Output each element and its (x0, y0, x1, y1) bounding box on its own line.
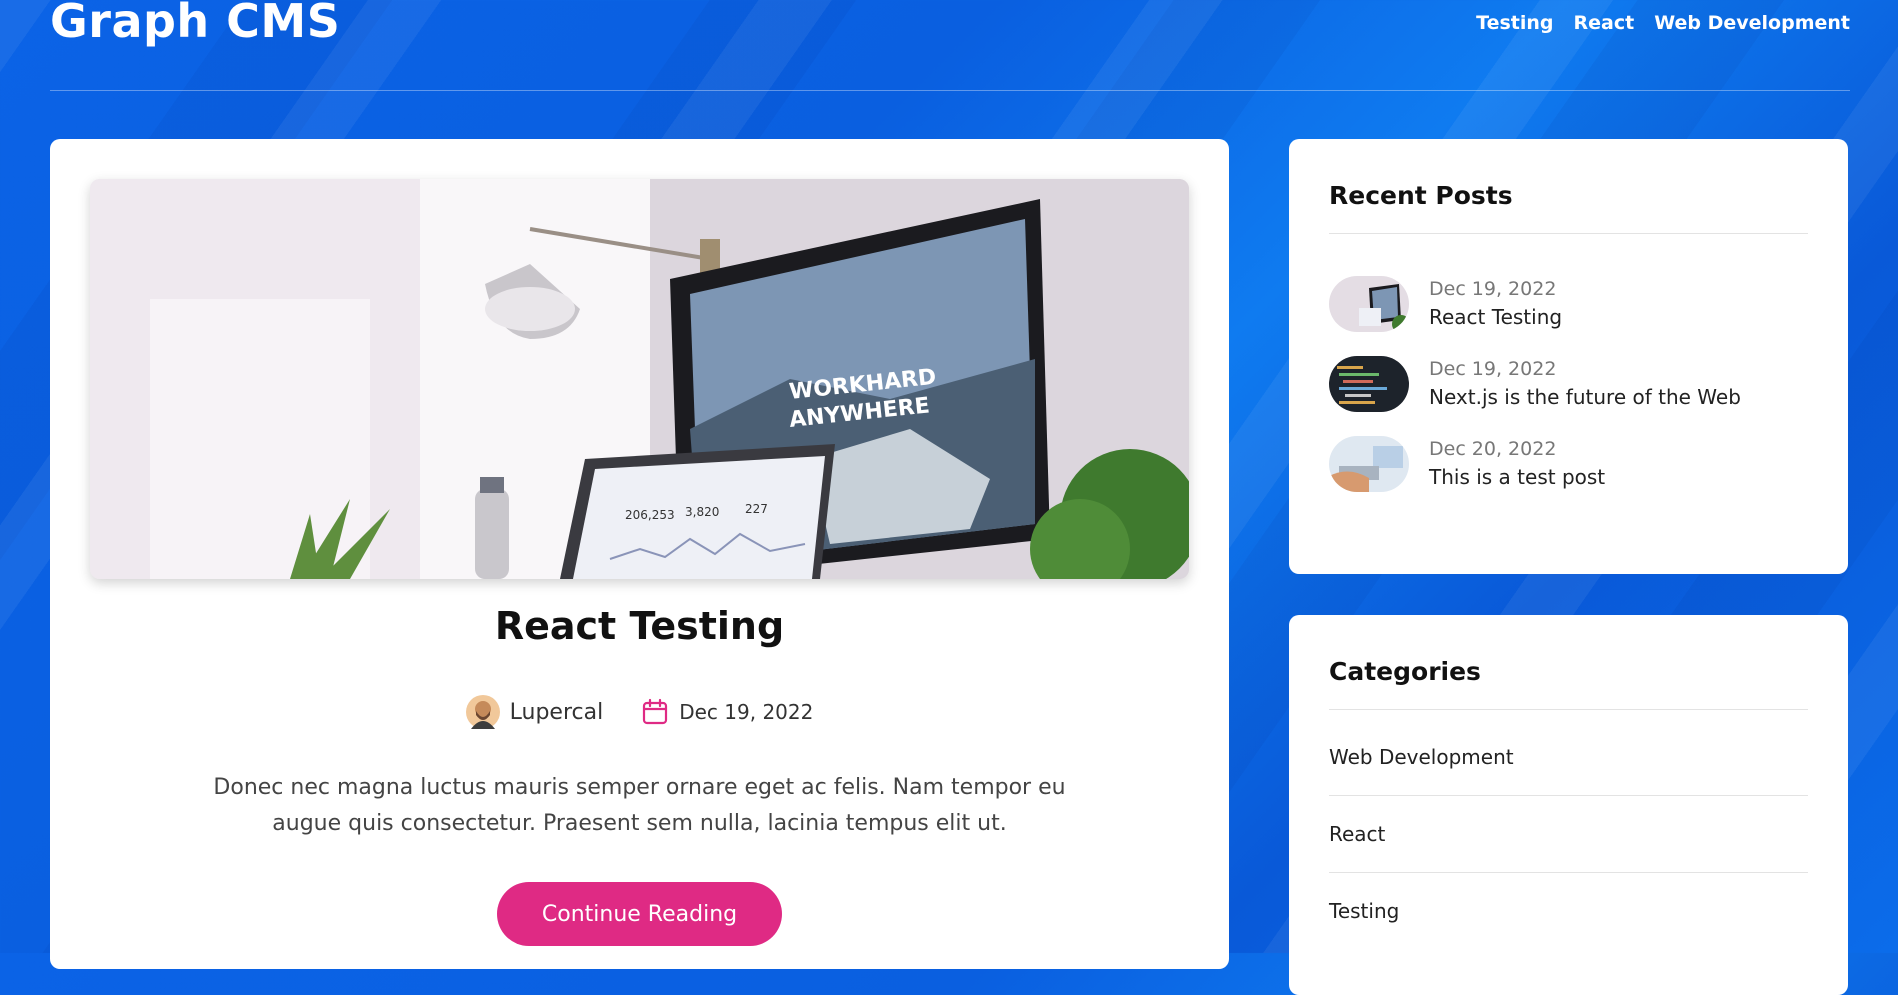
top-nav: Testing React Web Development (1476, 12, 1850, 34)
divider (1329, 233, 1808, 234)
categories-list: Web Development React Testing (1329, 735, 1808, 965)
recent-post-item[interactable]: Dec 20, 2022 This is a test post (1329, 434, 1809, 494)
post-featured-image: WORKHARD ANYWHERE 206,253 3,820 227 (90, 179, 1189, 579)
nav-item-web-development[interactable]: Web Development (1654, 12, 1850, 34)
recent-post-title[interactable]: This is a test post (1429, 462, 1605, 492)
site-header: Graph CMS Testing React Web Development (50, 0, 1850, 91)
continue-reading-button[interactable]: Continue Reading (497, 882, 782, 946)
laptop-stat-2: 3,820 (685, 505, 719, 519)
workspace-illustration: WORKHARD ANYWHERE 206,253 3,820 227 (90, 179, 1189, 579)
recent-posts-widget: Recent Posts Dec 19, 2022 React Testing (1289, 139, 1848, 574)
nav-item-testing[interactable]: Testing (1476, 12, 1553, 34)
post-date-text: Dec 19, 2022 (679, 700, 814, 724)
category-react[interactable]: React (1329, 812, 1808, 873)
recent-post-thumbnail[interactable] (1329, 276, 1409, 332)
nav-item-react[interactable]: React (1574, 12, 1635, 34)
post-title[interactable]: React Testing (50, 604, 1229, 648)
recent-post-thumbnail[interactable] (1329, 356, 1409, 412)
featured-post-card: WORKHARD ANYWHERE 206,253 3,820 227 Reac… (50, 139, 1229, 969)
calendar-icon (643, 698, 668, 725)
author-name: Lupercal (509, 699, 604, 725)
recent-post-item[interactable]: Dec 19, 2022 Next.js is the future of th… (1329, 354, 1809, 414)
post-author: Lupercal (465, 695, 604, 729)
recent-post-date: Dec 20, 2022 (1429, 438, 1557, 460)
category-web-development[interactable]: Web Development (1329, 735, 1808, 796)
post-excerpt: Donec nec magna luctus mauris semper orn… (213, 775, 1066, 836)
recent-post-thumbnail[interactable] (1329, 436, 1409, 492)
post-meta: Lupercal Dec 19, 2022 (50, 695, 1229, 729)
categories-widget: Categories Web Development React Testing (1289, 615, 1848, 995)
recent-posts-list: Dec 19, 2022 React Testing Dec 19, 2022 … (1329, 274, 1809, 514)
laptop-stat-1: 206,253 (625, 508, 675, 522)
recent-post-date: Dec 19, 2022 (1429, 358, 1557, 380)
author-avatar (465, 695, 500, 729)
laptop-stat-3: 227 (745, 502, 768, 516)
recent-posts-title: Recent Posts (1329, 181, 1513, 210)
categories-title: Categories (1329, 657, 1481, 686)
category-testing[interactable]: Testing (1329, 889, 1808, 949)
post-date: Dec 19, 2022 (641, 698, 813, 726)
divider (1329, 709, 1808, 710)
recent-post-title[interactable]: React Testing (1429, 302, 1562, 332)
site-logo[interactable]: Graph CMS (50, 0, 340, 48)
recent-post-title[interactable]: Next.js is the future of the Web (1429, 382, 1741, 412)
recent-post-item[interactable]: Dec 19, 2022 React Testing (1329, 274, 1809, 334)
recent-post-date: Dec 19, 2022 (1429, 278, 1557, 300)
